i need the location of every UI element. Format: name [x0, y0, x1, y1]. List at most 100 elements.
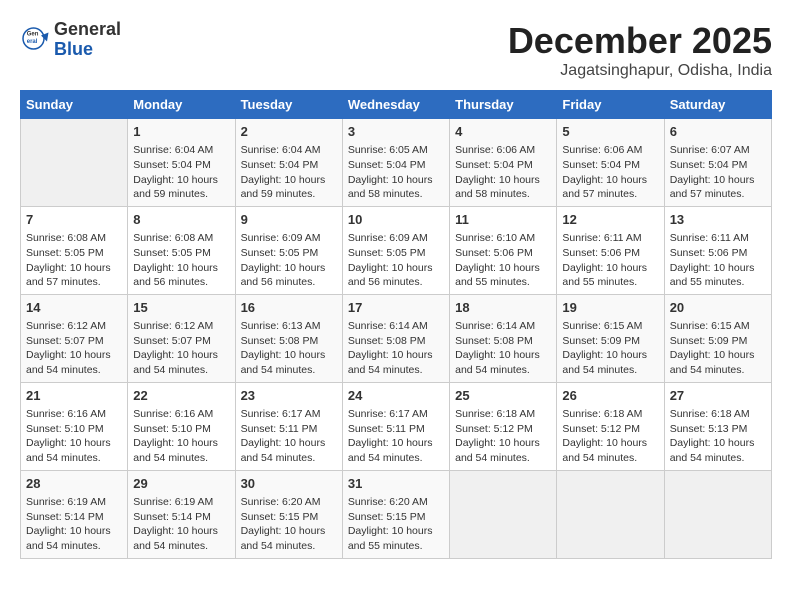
svg-text:Gen: Gen — [27, 31, 39, 37]
calendar-cell: 27 Sunrise: 6:18 AMSunset: 5:13 PMDayligh… — [664, 382, 771, 470]
day-info: Sunrise: 6:17 AMSunset: 5:11 PMDaylight:… — [241, 408, 326, 464]
calendar-cell: 29Sunrise: 6:19 AMSunset: 5:14 PMDayligh… — [128, 470, 235, 558]
day-info: Sunrise: 6:18 AMSunset: 5:13 PMDaylight:… — [670, 408, 755, 464]
calendar-week: 21Sunrise: 6:16 AMSunset: 5:10 PMDayligh… — [21, 382, 772, 470]
day-info: Sunrise: 6:11 AMSunset: 5:06 PMDaylight:… — [670, 232, 755, 288]
calendar-cell: 15Sunrise: 6:12 AMSunset: 5:07 PMDayligh… — [128, 294, 235, 382]
month-title: December 2025 — [508, 20, 772, 62]
day-number: 12 — [562, 211, 658, 229]
day-info: Sunrise: 6:16 AMSunset: 5:10 PMDaylight:… — [133, 408, 218, 464]
calendar-cell: 16 Sunrise: 6:13 AMSunset: 5:08 PMDayligh… — [235, 294, 342, 382]
day-number: 13 — [670, 211, 766, 229]
day-number: 14 — [26, 299, 122, 317]
day-number: 7 — [26, 211, 122, 229]
calendar-cell: 21Sunrise: 6:16 AMSunset: 5:10 PMDayligh… — [21, 382, 128, 470]
calendar-header: SundayMondayTuesdayWednesdayThursdayFrid… — [21, 91, 772, 119]
calendar-cell: 23 Sunrise: 6:17 AMSunset: 5:11 PMDayligh… — [235, 382, 342, 470]
weekday-row: SundayMondayTuesdayWednesdayThursdayFrid… — [21, 91, 772, 119]
calendar-table: SundayMondayTuesdayWednesdayThursdayFrid… — [20, 90, 772, 559]
day-number: 26 — [562, 387, 658, 405]
day-info: Sunrise: 6:07 AMSunset: 5:04 PMDaylight:… — [670, 144, 755, 200]
day-info: Sunrise: 6:13 AMSunset: 5:08 PMDaylight:… — [241, 320, 326, 376]
calendar-cell: 1 Sunrise: 6:04 AMSunset: 5:04 PMDaylight… — [128, 119, 235, 207]
day-number: 23 — [241, 387, 337, 405]
weekday-header: Friday — [557, 91, 664, 119]
day-number: 11 — [455, 211, 551, 229]
calendar-cell: 9Sunrise: 6:09 AMSunset: 5:05 PMDaylight… — [235, 206, 342, 294]
day-info: Sunrise: 6:05 AMSunset: 5:04 PMDaylight:… — [348, 144, 433, 200]
day-number: 10 — [348, 211, 444, 229]
day-number: 22 — [133, 387, 229, 405]
day-info: Sunrise: 6:12 AMSunset: 5:07 PMDaylight:… — [26, 320, 111, 376]
calendar-cell: 4 Sunrise: 6:06 AMSunset: 5:04 PMDaylight… — [450, 119, 557, 207]
calendar-cell: 7 Sunrise: 6:08 AMSunset: 5:05 PMDaylight… — [21, 206, 128, 294]
calendar-cell — [557, 470, 664, 558]
logo-text: General Blue — [54, 20, 121, 60]
day-info: Sunrise: 6:18 AMSunset: 5:12 PMDaylight:… — [562, 408, 647, 464]
calendar-cell — [664, 470, 771, 558]
calendar-cell: 22 Sunrise: 6:16 AMSunset: 5:10 PMDayligh… — [128, 382, 235, 470]
page-header: Gen eral General Blue December 2025 Jaga… — [20, 20, 772, 80]
day-number: 24 — [348, 387, 444, 405]
calendar-cell: 30 Sunrise: 6:20 AMSunset: 5:15 PMDayligh… — [235, 470, 342, 558]
logo-blue: Blue — [54, 40, 121, 60]
day-info: Sunrise: 6:14 AMSunset: 5:08 PMDaylight:… — [455, 320, 540, 376]
day-info: Sunrise: 6:11 AMSunset: 5:06 PMDaylight:… — [562, 232, 647, 288]
calendar-cell: 19Sunrise: 6:15 AMSunset: 5:09 PMDayligh… — [557, 294, 664, 382]
calendar-week: 14 Sunrise: 6:12 AMSunset: 5:07 PMDayligh… — [21, 294, 772, 382]
calendar-cell: 3 Sunrise: 6:05 AMSunset: 5:04 PMDaylight… — [342, 119, 449, 207]
day-number: 16 — [241, 299, 337, 317]
day-info: Sunrise: 6:20 AMSunset: 5:15 PMDaylight:… — [241, 496, 326, 552]
calendar-week: 7 Sunrise: 6:08 AMSunset: 5:05 PMDaylight… — [21, 206, 772, 294]
calendar-cell: 31 Sunrise: 6:20 AMSunset: 5:15 PMDayligh… — [342, 470, 449, 558]
day-info: Sunrise: 6:19 AMSunset: 5:14 PMDaylight:… — [26, 496, 111, 552]
day-info: Sunrise: 6:14 AMSunset: 5:08 PMDaylight:… — [348, 320, 433, 376]
day-info: Sunrise: 6:08 AMSunset: 5:05 PMDaylight:… — [133, 232, 218, 288]
location: Jagatsinghapur, Odisha, India — [508, 62, 772, 80]
day-number: 31 — [348, 475, 444, 493]
logo: Gen eral General Blue — [20, 20, 121, 60]
calendar-cell: 11Sunrise: 6:10 AMSunset: 5:06 PMDayligh… — [450, 206, 557, 294]
calendar-cell: 25Sunrise: 6:18 AMSunset: 5:12 PMDayligh… — [450, 382, 557, 470]
calendar-cell — [450, 470, 557, 558]
day-number: 27 — [670, 387, 766, 405]
day-info: Sunrise: 6:20 AMSunset: 5:15 PMDaylight:… — [348, 496, 433, 552]
day-number: 28 — [26, 475, 122, 493]
calendar-cell: 6Sunrise: 6:07 AMSunset: 5:04 PMDaylight… — [664, 119, 771, 207]
weekday-header: Tuesday — [235, 91, 342, 119]
calendar-week: 1 Sunrise: 6:04 AMSunset: 5:04 PMDaylight… — [21, 119, 772, 207]
day-number: 15 — [133, 299, 229, 317]
day-number: 2 — [241, 123, 337, 141]
calendar-cell: 5Sunrise: 6:06 AMSunset: 5:04 PMDaylight… — [557, 119, 664, 207]
day-info: Sunrise: 6:15 AMSunset: 5:09 PMDaylight:… — [562, 320, 647, 376]
day-number: 1 — [133, 123, 229, 141]
day-number: 5 — [562, 123, 658, 141]
day-info: Sunrise: 6:08 AMSunset: 5:05 PMDaylight:… — [26, 232, 111, 288]
day-number: 3 — [348, 123, 444, 141]
day-number: 18 — [455, 299, 551, 317]
logo-general: General — [54, 20, 121, 40]
calendar-cell: 26 Sunrise: 6:18 AMSunset: 5:12 PMDayligh… — [557, 382, 664, 470]
calendar-cell: 20Sunrise: 6:15 AMSunset: 5:09 PMDayligh… — [664, 294, 771, 382]
calendar-cell — [21, 119, 128, 207]
calendar-body: 1 Sunrise: 6:04 AMSunset: 5:04 PMDaylight… — [21, 119, 772, 559]
calendar-cell: 2 Sunrise: 6:04 AMSunset: 5:04 PMDaylight… — [235, 119, 342, 207]
day-number: 4 — [455, 123, 551, 141]
calendar-cell: 10Sunrise: 6:09 AMSunset: 5:05 PMDayligh… — [342, 206, 449, 294]
day-info: Sunrise: 6:17 AMSunset: 5:11 PMDaylight:… — [348, 408, 433, 464]
weekday-header: Wednesday — [342, 91, 449, 119]
day-info: Sunrise: 6:04 AMSunset: 5:04 PMDaylight:… — [241, 144, 326, 200]
day-number: 9 — [241, 211, 337, 229]
calendar-cell: 12 Sunrise: 6:11 AMSunset: 5:06 PMDayligh… — [557, 206, 664, 294]
calendar-cell: 8 Sunrise: 6:08 AMSunset: 5:05 PMDaylight… — [128, 206, 235, 294]
calendar-cell: 14 Sunrise: 6:12 AMSunset: 5:07 PMDayligh… — [21, 294, 128, 382]
day-info: Sunrise: 6:04 AMSunset: 5:04 PMDaylight:… — [133, 144, 218, 200]
day-info: Sunrise: 6:06 AMSunset: 5:04 PMDaylight:… — [455, 144, 540, 200]
day-number: 17 — [348, 299, 444, 317]
logo-icon: Gen eral — [20, 25, 50, 55]
calendar-cell: 13 Sunrise: 6:11 AMSunset: 5:06 PMDayligh… — [664, 206, 771, 294]
weekday-header: Thursday — [450, 91, 557, 119]
day-number: 20 — [670, 299, 766, 317]
day-number: 8 — [133, 211, 229, 229]
day-number: 30 — [241, 475, 337, 493]
